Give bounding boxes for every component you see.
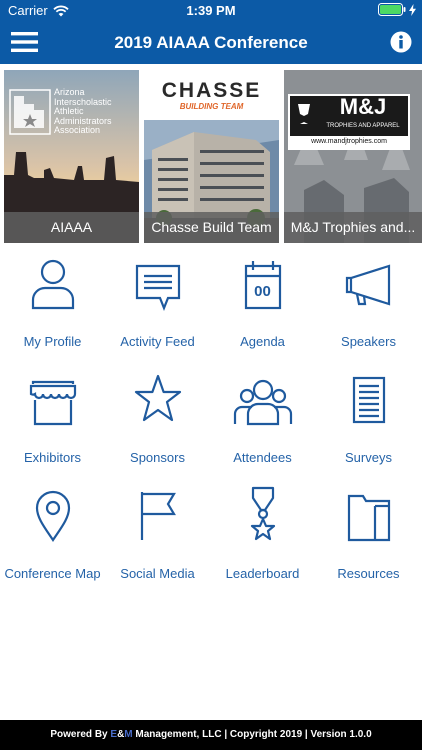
group-icon [233,379,292,426]
footer-bar: Powered By E&M Management, LLC | Copyrig… [0,720,422,750]
menu-item-label: Surveys [345,450,392,465]
banner-chasse[interactable]: CHASSE BUILDING TEAM Chasse Build Team [144,70,279,243]
menu-item-leaderboard[interactable]: Leaderboard [210,484,315,594]
mj-logo-main: M&J [339,94,387,119]
chasse-logo-main: CHASSE [161,79,262,102]
menu-item-speakers[interactable]: Speakers [316,252,421,362]
banner-caption: AIAAA [4,212,139,243]
menu-item-label: Sponsors [130,450,185,465]
sponsor-banner-carousel[interactable]: Arizona Interscholastic Athletic Adminis… [0,70,422,243]
app-screen: Carrier 1:39 PM 2019 AIAAA Conference Ar… [0,0,422,750]
person-icon [31,259,74,310]
banner-mj-trophies[interactable]: M&J TROPHIES AND APPAREL www.mandjtrophi… [284,70,422,243]
menu-item-label: Agenda [240,334,285,349]
banner-caption: M&J Trophies and... [284,212,422,243]
menu-item-exhibitors[interactable]: Exhibitors [0,368,105,478]
banner-aiaaa[interactable]: Arizona Interscholastic Athletic Adminis… [4,70,139,243]
map-pin-icon [35,490,70,542]
menu-item-conference-map[interactable]: Conference Map [0,484,105,594]
menu-item-activity-feed[interactable]: Activity Feed [105,252,210,362]
menu-item-label: Leaderboard [225,566,300,581]
footer-brand-m: M [124,729,133,740]
menu-item-agenda[interactable]: 00 Agenda [210,252,315,362]
menu-item-my-profile[interactable]: My Profile [0,252,105,362]
menu-item-attendees[interactable]: Attendees [210,368,315,478]
mj-logo-sub: TROPHIES AND APPAREL [326,123,400,129]
battery-icon [378,3,406,16]
menu-item-label: Social Media [120,566,195,581]
folder-icon [347,494,390,542]
info-button[interactable] [390,31,412,53]
menu-item-label: Conference Map [4,566,101,581]
status-bar: Carrier 1:39 PM [0,0,422,22]
menu-item-label: My Profile [23,334,82,349]
page-title: 2019 AIAAA Conference [114,33,308,52]
charging-bolt-icon [409,3,416,16]
menu-item-label: Exhibitors [23,450,82,465]
nav-bar: 2019 AIAAA Conference [0,22,422,64]
banner-caption: Chasse Build Team [144,212,279,243]
calendar-icon-text: 00 [254,283,271,300]
calendar-icon [244,261,281,310]
storefront-icon [29,380,76,426]
menu-item-resources[interactable]: Resources [316,484,421,594]
menu-item-label: Attendees [233,450,292,465]
menu-item-sponsors[interactable]: Sponsors [105,368,210,478]
medal-icon [250,486,275,541]
status-right [378,3,416,16]
megaphone-icon [345,264,390,306]
menu-item-label: Resources [337,566,400,581]
info-icon [390,31,412,53]
chasse-logo-sub: BUILDING TEAM [179,102,244,111]
star-icon [134,374,181,422]
aiaaa-logo-text: Arizona Interscholastic Athletic Adminis… [54,87,112,135]
menu-item-label: Speakers [341,334,396,349]
footer-copyright: Management, LLC | Copyright 2019 | Versi… [132,729,372,740]
status-time: 1:39 PM [186,3,236,18]
chat-bubble-icon [135,264,180,311]
menu-item-label: Activity Feed [120,334,195,349]
flag-icon [140,492,176,540]
menu-item-social-media[interactable]: Social Media [105,484,210,594]
mj-logo-url: www.mandjtrophies.com [311,138,387,145]
document-icon [352,376,385,424]
app-header: Carrier 1:39 PM 2019 AIAAA Conference [0,0,422,64]
footer-powered-by: Powered By [50,729,111,740]
menu-item-surveys[interactable]: Surveys [316,368,421,478]
